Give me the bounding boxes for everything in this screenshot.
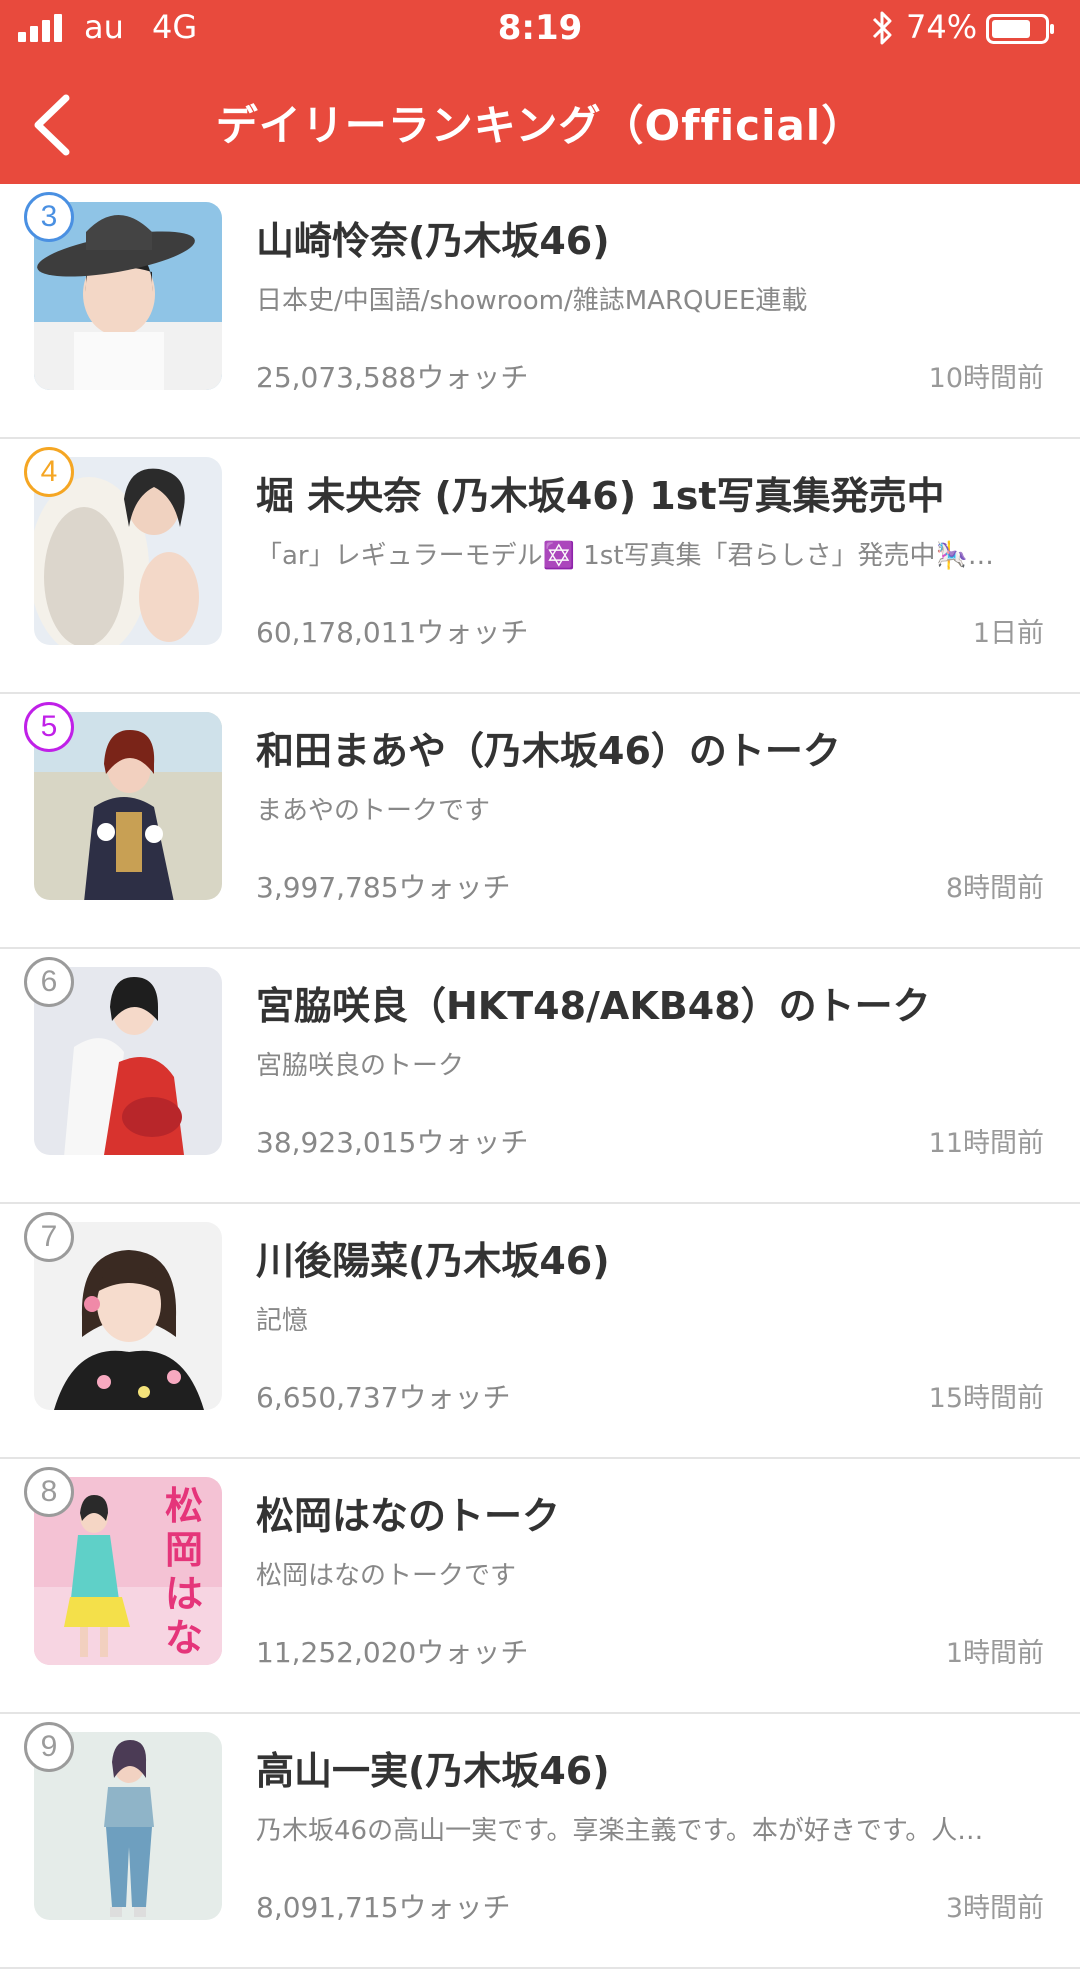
battery-percent: 74% <box>906 8 978 46</box>
ranking-row[interactable]: 松岡はな 8 松岡はなのトーク松岡はなのトークです 11,252,020ウォッチ 1時間… <box>0 1459 1080 1714</box>
talk-description: 「ar」レギュラーモデル✡️ 1st写真集「君らしさ」発売中🎠… <box>256 541 994 571</box>
status-bar: au 4G 8:19 74% <box>0 0 1080 60</box>
talk-description: 乃木坂46の高山一実です。享楽主義です。本が好きです。人… <box>256 1816 984 1846</box>
talk-description: 宮脇咲良のトーク <box>256 1051 465 1081</box>
updated-time: 10時間前 <box>928 363 1044 394</box>
rank-badge: 6 <box>24 957 74 1007</box>
svg-text:な: な <box>165 1616 203 1660</box>
watch-count: 38,923,015ウォッチ <box>256 1126 529 1159</box>
svg-text:松: 松 <box>165 1484 203 1528</box>
talk-name: 松岡はなのトーク <box>256 1494 561 1538</box>
talk-name: 川後陽菜(乃木坂46) <box>256 1239 610 1283</box>
ranking-row[interactable]: 6 宮脇咲良（HKT48/AKB48）のトーク宮脇咲良のトーク 38,923,015… <box>0 949 1080 1204</box>
talk-description: 記憶 <box>256 1306 309 1336</box>
top-bar: au 4G 8:19 74% デイリーランキング（Official） <box>0 0 1080 184</box>
ranking-row[interactable]: 4 堀 未央奈 (乃木坂46) 1st写真集発売中「ar」レギュラーモデル✡️ 1… <box>0 439 1080 694</box>
back-chevron-icon[interactable] <box>30 92 74 158</box>
updated-time: 8時間前 <box>945 873 1044 904</box>
talk-description: 松岡はなのトークです <box>256 1561 517 1591</box>
ranking-row[interactable]: 3 山崎怜奈(乃木坂46) 日本史/中国語/showroom/雑誌MARQUEE連載… <box>0 184 1080 439</box>
updated-time: 15時間前 <box>928 1383 1044 1414</box>
watch-count: 60,178,011ウォッチ <box>256 616 529 649</box>
talk-name: 和田まあや（乃木坂46）のトーク <box>256 729 841 773</box>
ranking-row[interactable]: 5 和田まあや（乃木坂46）のトークまあやのトークです 3,997,785ウォッチ 8… <box>0 694 1080 949</box>
updated-time: 1時間前 <box>945 1638 1044 1669</box>
page-title: デイリーランキング（Official） <box>215 101 865 150</box>
watch-count: 25,073,588ウォッチ <box>256 361 529 394</box>
rank-badge: 3 <box>24 192 74 242</box>
ranking-list: 3 山崎怜奈(乃木坂46) 日本史/中国語/showroom/雑誌MARQUEE連載… <box>0 184 1080 1969</box>
rank-badge: 4 <box>24 447 74 497</box>
updated-time: 1日前 <box>972 618 1044 649</box>
talk-name: 高山一実(乃木坂46) <box>256 1749 610 1793</box>
rank-badge: 9 <box>24 1722 74 1772</box>
updated-time: 11時間前 <box>928 1128 1044 1159</box>
talk-name: 宮脇咲良（HKT48/AKB48）のトーク <box>256 984 931 1028</box>
watch-count: 3,997,785ウォッチ <box>256 871 511 904</box>
updated-time: 3時間前 <box>945 1893 1044 1924</box>
ranking-row[interactable]: 7 川後陽菜(乃木坂46) 記憶 6,650,737ウォッチ 15時間前 <box>0 1204 1080 1459</box>
svg-text:岡: 岡 <box>165 1528 203 1572</box>
rank-badge: 7 <box>24 1212 74 1262</box>
svg-text:は: は <box>165 1572 203 1616</box>
rank-badge: 5 <box>24 702 74 752</box>
talk-description: 日本史/中国語/showroom/雑誌MARQUEE連載 <box>256 286 808 316</box>
talk-name: 山崎怜奈(乃木坂46) <box>256 219 610 263</box>
rank-badge: 8 <box>24 1467 74 1517</box>
bluetooth-icon <box>872 11 892 45</box>
watch-count: 8,091,715ウォッチ <box>256 1891 511 1924</box>
talk-name: 堀 未央奈 (乃木坂46) 1st写真集発売中 <box>256 474 945 518</box>
ranking-row[interactable]: 9 高山一実(乃木坂46) 乃木坂46の高山一実です。享楽主義です。本が好きです。人… <box>0 1714 1080 1969</box>
watch-count: 6,650,737ウォッチ <box>256 1381 511 1414</box>
watch-count: 11,252,020ウォッチ <box>256 1636 529 1669</box>
app-screen: au 4G 8:19 74% デイリーランキング（Official） 3 山崎怜奈… <box>0 0 1080 1969</box>
battery-icon <box>986 14 1054 44</box>
talk-description: まあやのトークです <box>256 796 491 826</box>
